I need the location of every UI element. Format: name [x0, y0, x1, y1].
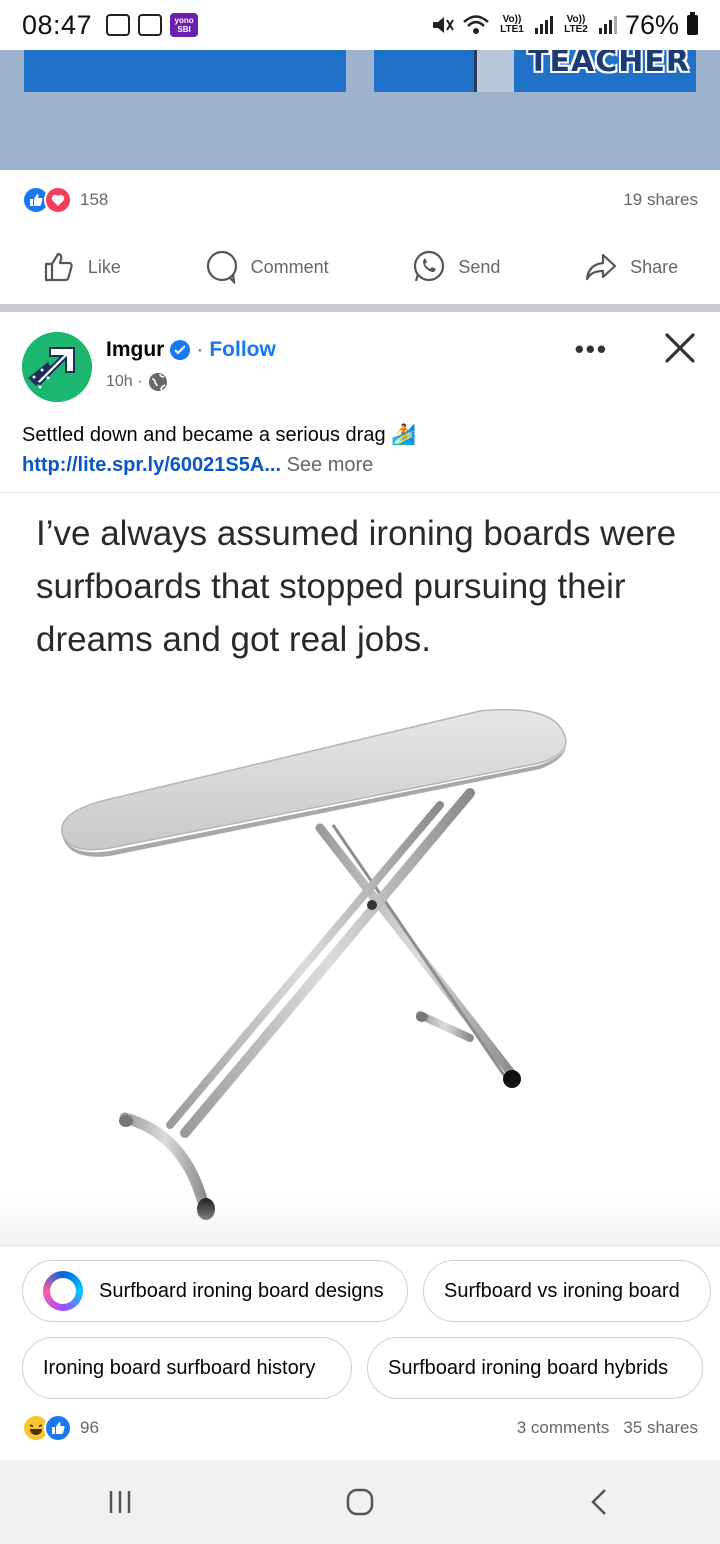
suggestion-chip-2[interactable]: Surfboard vs ironing board [423, 1260, 711, 1322]
comment-label: Comment [250, 256, 329, 277]
globe-icon [149, 373, 168, 391]
suggestion-chip-4[interactable]: Surfboard ironing board hybrids [367, 1337, 703, 1399]
like-label: Like [87, 256, 121, 277]
thumbs-up-icon [44, 252, 73, 282]
signal-bars-1-icon [534, 16, 553, 34]
reaction-count[interactable]: 96 [80, 1418, 99, 1438]
gallery-icon [106, 14, 131, 36]
comment-icon [206, 250, 237, 284]
ironing-board-illustration [61, 708, 567, 1220]
back-button[interactable] [570, 1472, 630, 1532]
suggestion-label: Surfboard ironing board designs [99, 1279, 384, 1302]
imgur-logo-icon [22, 332, 92, 402]
imgur-avatar[interactable] [22, 332, 92, 402]
suggestion-chip-1[interactable]: Surfboard ironing board designs [22, 1260, 408, 1322]
previous-post-image[interactable]: TEACHER [0, 44, 720, 170]
suggestion-label: Surfboard ironing board hybrids [388, 1356, 669, 1379]
like-reaction-icon [44, 1414, 72, 1442]
sim1-label: Vo)) LTE1 [500, 14, 524, 35]
previous-post-reactions: 158 19 shares [22, 184, 698, 216]
suggestion-label: Surfboard vs ironing board [444, 1279, 680, 1302]
mute-icon [432, 17, 454, 33]
action-bar: Like Comment Send Share [0, 240, 720, 294]
battery-percent: 76% [624, 9, 679, 40]
wifi-icon [463, 15, 489, 34]
suggestion-chip-3[interactable]: Ironing board surfboard history [22, 1337, 352, 1399]
yono-sbi-icon: yono SBI [170, 13, 199, 37]
signal-bars-2-icon [598, 16, 617, 34]
meta-ai-icon [43, 1271, 83, 1311]
sim2-label: Vo)) LTE2 [564, 14, 588, 35]
battery-icon [687, 12, 698, 35]
shares-count[interactable]: 35 shares [623, 1418, 698, 1438]
shares-count[interactable]: 19 shares [623, 190, 698, 210]
close-icon[interactable] [662, 330, 698, 366]
see-more-link[interactable]: See more [287, 454, 374, 476]
comments-count[interactable]: 3 comments [517, 1418, 610, 1438]
post-caption: Settled down and became a serious drag 🏄 [22, 424, 417, 446]
reaction-count[interactable]: 158 [80, 190, 108, 210]
verified-badge-icon [170, 340, 191, 360]
love-reaction-icon [44, 186, 72, 214]
send-label: Send [458, 256, 501, 277]
poster-left [24, 46, 346, 92]
recent-apps-icon [109, 1491, 131, 1513]
send-button[interactable]: Send [394, 250, 518, 284]
more-options-button[interactable]: ••• [575, 334, 608, 365]
post-time[interactable]: 10h · [106, 373, 142, 391]
meme-image[interactable]: I’ve always assumed ironing boards were … [0, 492, 720, 1246]
suggestion-label: Ironing board surfboard history [43, 1356, 316, 1379]
home-button[interactable] [330, 1472, 390, 1532]
whatsapp-icon [414, 250, 445, 282]
follow-button[interactable]: Follow [209, 338, 276, 362]
recent-apps-button[interactable] [90, 1472, 150, 1532]
poster-right: TEACHER [374, 44, 696, 92]
post-text: Settled down and became a serious drag 🏄… [22, 420, 698, 480]
back-chevron-icon [591, 1489, 606, 1515]
post-header: Imgur · Follow 10h · ••• [22, 330, 698, 406]
home-icon [346, 1488, 374, 1516]
like-button[interactable]: Like [24, 250, 139, 284]
post-divider [0, 304, 720, 312]
status-time: 08:47 [22, 9, 93, 40]
post-link[interactable]: http://lite.spr.ly/60021S5A [22, 454, 264, 476]
system-nav-bar [0, 1460, 720, 1544]
post-link-ellipsis: ... [264, 454, 281, 476]
post-reactions: 96 3 comments 35 shares [22, 1412, 698, 1444]
comment-button[interactable]: Comment [187, 250, 347, 284]
calculator-icon [138, 14, 163, 36]
share-label: Share [630, 256, 679, 277]
author-name[interactable]: Imgur [106, 338, 164, 362]
share-button[interactable]: Share [566, 250, 696, 284]
share-arrow-icon [585, 253, 617, 281]
status-bar: 08:47 yono SBI Vo)) LTE1 Vo)) LTE2 76% [0, 0, 720, 50]
separator: · [196, 338, 204, 361]
